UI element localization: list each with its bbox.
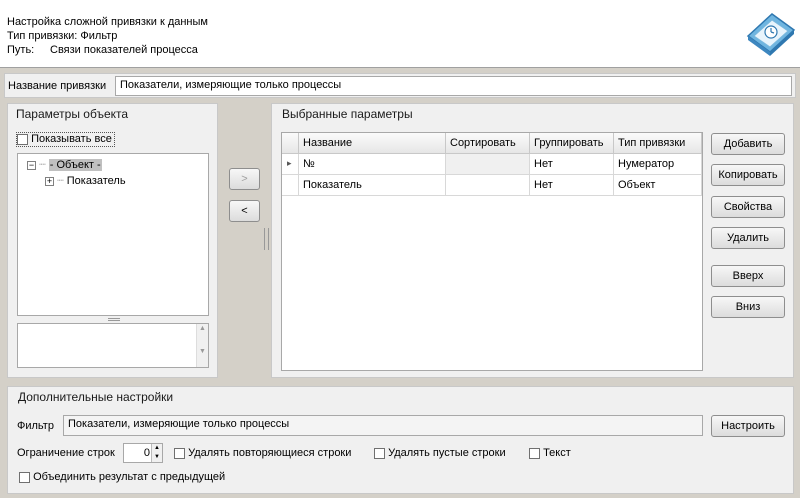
splitter-grip[interactable] — [108, 318, 120, 321]
column-header-binding-type[interactable]: Тип привязки — [614, 133, 702, 154]
show-all-check[interactable] — [17, 133, 28, 145]
table-row[interactable]: Показатель Нет Объект — [282, 175, 702, 196]
selected-params-title: Выбранные параметры — [282, 107, 413, 121]
remove-duplicates-checkbox[interactable] — [174, 447, 185, 459]
table-row[interactable]: ▸ № Нет Нумератор — [282, 154, 702, 175]
delete-button[interactable]: Удалить — [711, 227, 785, 249]
description-box: ▲ ▼ — [17, 323, 209, 368]
remove-duplicates-label: Удалять повторяющиеся строки — [188, 447, 352, 459]
current-row-indicator: ▸ — [282, 154, 299, 175]
params-grid[interactable]: Название Сортировать Группировать Тип пр… — [281, 132, 703, 371]
cell-group[interactable]: Нет — [530, 154, 614, 175]
merge-result-checkbox[interactable] — [19, 471, 30, 483]
tree-node-root[interactable]: − ┈ - Объект - — [27, 158, 102, 171]
move-up-button[interactable]: Вверх — [711, 265, 785, 287]
path-label: Путь: — [7, 44, 35, 56]
stepper-arrows[interactable]: ▲ ▼ — [151, 444, 162, 462]
cell-group[interactable]: Нет — [530, 175, 614, 196]
row-indicator — [282, 175, 299, 196]
column-header-name[interactable]: Название — [299, 133, 446, 154]
properties-button[interactable]: Свойства — [711, 196, 785, 218]
object-params-panel: Параметры объекта Показывать все − ┈ - О… — [7, 103, 218, 378]
path-value: Связи показателей процесса — [50, 44, 198, 56]
merge-result-option[interactable]: Объединить результат с предыдущей — [19, 471, 225, 483]
dialog-header: Настройка сложной привязки к данным Тип … — [0, 0, 800, 68]
tree-node-indicator[interactable]: + ┈ Показатель — [45, 174, 126, 187]
show-all-checkbox[interactable]: Показывать все — [16, 132, 115, 147]
binding-name-row: Название привязки Показатели, измеряющие… — [4, 73, 796, 98]
remove-param-button[interactable]: < — [229, 200, 260, 222]
stepper-down-icon[interactable]: ▼ — [152, 453, 162, 462]
header-title: Настройка сложной привязки к данным — [7, 16, 208, 28]
merge-result-label: Объединить результат с предыдущей — [33, 471, 226, 483]
data-binding-icon — [746, 13, 796, 56]
filter-label: Фильтр — [17, 420, 54, 432]
text-option[interactable]: Текст — [529, 447, 571, 459]
object-params-title: Параметры объекта — [16, 107, 129, 121]
cell-sort[interactable] — [446, 154, 530, 175]
add-button[interactable]: Добавить — [711, 133, 785, 155]
cell-name[interactable]: № — [299, 154, 446, 175]
cell-sort[interactable] — [446, 175, 530, 196]
object-tree[interactable]: − ┈ - Объект - + ┈ Показатель — [17, 153, 209, 316]
cell-binding-type[interactable]: Объект — [614, 175, 702, 196]
remove-empty-checkbox[interactable] — [374, 447, 385, 459]
description-scrollbar[interactable]: ▲ ▼ — [196, 324, 208, 367]
binding-type-line: Тип привязки: Фильтр — [7, 30, 118, 42]
row-limit-stepper[interactable]: 0 ▲ ▼ — [123, 443, 163, 463]
extra-settings-title: Дополнительные настройки — [18, 390, 174, 404]
column-header-group[interactable]: Группировать — [530, 133, 614, 154]
binding-name-label: Название привязки — [8, 80, 107, 92]
grid-header-row: Название Сортировать Группировать Тип пр… — [282, 133, 704, 154]
remove-empty-option[interactable]: Удалять пустые строки — [374, 447, 506, 459]
cell-binding-type[interactable]: Нумератор — [614, 154, 702, 175]
add-param-button[interactable]: > — [229, 168, 260, 190]
text-label: Текст — [543, 447, 571, 459]
copy-button[interactable]: Копировать — [711, 164, 785, 186]
remove-empty-label: Удалять пустые строки — [388, 447, 506, 459]
selected-params-panel: Выбранные параметры Название Сортировать… — [271, 103, 794, 378]
extra-settings-panel: Дополнительные настройки Фильтр Показате… — [7, 386, 794, 494]
expand-icon[interactable]: + — [45, 177, 54, 186]
grid-corner — [282, 133, 299, 154]
row-limit-value[interactable]: 0 — [124, 447, 150, 459]
tree-node-root-label: - Объект - — [48, 159, 102, 171]
show-all-label: Показывать все — [31, 133, 112, 145]
collapse-icon[interactable]: − — [27, 161, 36, 170]
tree-node-indicator-label: Показатель — [66, 175, 126, 187]
panel-splitter[interactable] — [264, 228, 269, 250]
move-down-button[interactable]: Вниз — [711, 296, 785, 318]
binding-name-input[interactable]: Показатели, измеряющие только процессы — [115, 76, 792, 96]
text-checkbox[interactable] — [529, 447, 540, 459]
column-header-sort[interactable]: Сортировать — [446, 133, 530, 154]
remove-duplicates-option[interactable]: Удалять повторяющиеся строки — [174, 447, 351, 459]
row-limit-label: Ограничение строк — [17, 447, 115, 459]
stepper-up-icon[interactable]: ▲ — [152, 444, 162, 453]
cell-name[interactable]: Показатель — [299, 175, 446, 196]
filter-input[interactable]: Показатели, измеряющие только процессы — [63, 415, 703, 436]
configure-button[interactable]: Настроить — [711, 415, 785, 437]
